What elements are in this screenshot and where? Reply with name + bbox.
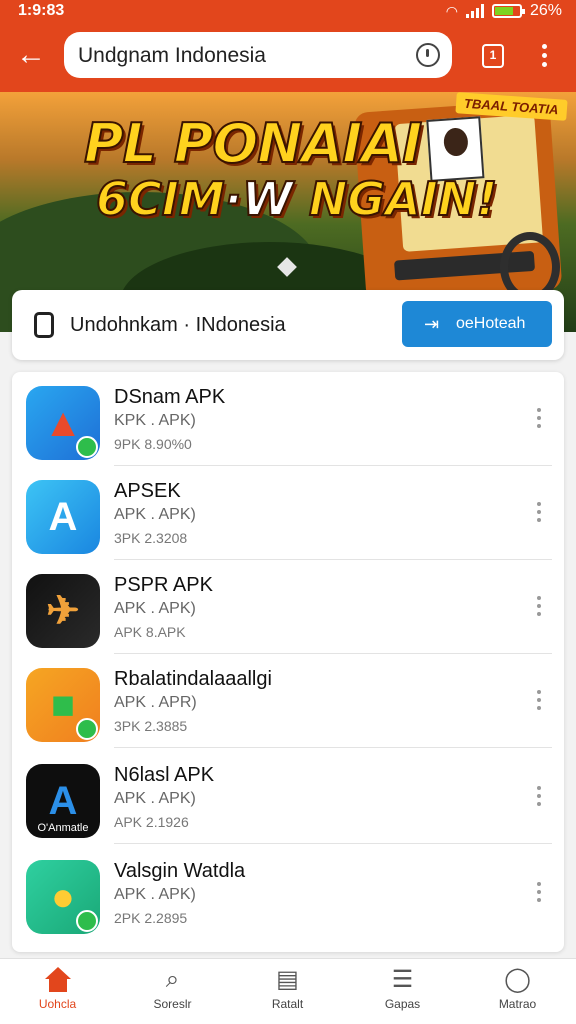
rocket-icon: ✈ — [26, 574, 100, 648]
play-arrow-icon: ▲ — [26, 386, 100, 460]
app-name: APSEK — [114, 480, 181, 502]
app-icon-caption: O'Anmatle — [37, 822, 89, 834]
list-item[interactable]: ● Valsgin Watdla APK . APK) 2PK 2.2895 — [12, 846, 564, 940]
app-type: APK . APR) — [114, 694, 197, 711]
download-icon: ⇥ — [424, 314, 440, 334]
app-name: Valsgin Watdla — [114, 860, 246, 882]
profile-icon: ◯ — [504, 966, 531, 993]
app-list: ▲ DSnam APK KPK . APK) 9PK 8.90%0 A APSEK APK … — [12, 372, 564, 952]
installed-badge-icon — [76, 718, 98, 740]
turtle-icon: ● — [26, 860, 100, 934]
nav-label: Uohcla — [38, 997, 77, 1011]
site-header-card: Undohnkam · INdonesia ⇥ oeHoteah — [12, 290, 564, 360]
app-type: KPK . APK) — [114, 412, 196, 429]
app-name: PSPR APK — [114, 574, 213, 596]
nav-label: Matrao — [498, 997, 537, 1011]
nav-item-gapas[interactable]: ☰ Gapas — [345, 965, 460, 1021]
triangle-a-icon: A O'Anmatle — [26, 764, 100, 838]
site-title: Undohnkam · INdonesia — [70, 314, 286, 336]
app-size: APK 8.APK — [114, 624, 186, 640]
installed-badge-icon — [76, 436, 98, 458]
app-name: Rbalatindalaaallgi — [114, 668, 272, 690]
nav-label: Ratalt — [271, 997, 304, 1011]
back-arrow-icon[interactable]: ← — [14, 38, 48, 72]
divider — [114, 747, 552, 748]
app-type: APK . APK) — [114, 600, 196, 617]
banner-subtitle: 6CIM·W NGAIN! — [95, 171, 498, 227]
home-icon — [0, 965, 115, 995]
more-options-icon[interactable] — [536, 596, 542, 618]
app-size: 3PK 2.3208 — [114, 530, 188, 546]
app-size: 3PK 2.3885 — [114, 718, 188, 734]
nav-item-soreslr[interactable]: ⌕ Soreslr — [115, 965, 230, 1021]
nav-label: Gapas — [384, 997, 421, 1011]
leaf-icon: ■ — [26, 668, 100, 742]
document-icon: ▤ — [276, 966, 299, 993]
nav-label: Soreslr — [153, 997, 192, 1011]
status-time: 1:9:83 — [18, 2, 65, 19]
bottom-navigation: Uohcla ⌕ Soreslr ▤ Ratalt ☰ Gapas ◯ Matrao — [0, 958, 576, 1024]
download-button-label: oeHoteah — [456, 315, 526, 332]
more-options-icon[interactable] — [536, 408, 542, 430]
more-options-icon[interactable] — [536, 786, 542, 808]
address-bar-text: Undgnam Indonesia — [78, 44, 266, 67]
list-item[interactable]: A O'Anmatle N6lasl APK APK . APK) APK 2.1926 — [12, 750, 564, 844]
app-size: 2PK 2.2895 — [114, 910, 188, 926]
status-bar: 1:9:83 ◠ 26% — [0, 0, 576, 24]
app-type: APK . APK) — [114, 506, 196, 523]
list-item[interactable]: ■ Rbalatindalaaallgi APK . APR) 3PK 2.3885 — [12, 654, 564, 748]
divider — [114, 843, 552, 844]
download-button[interactable]: ⇥ oeHoteah — [402, 301, 552, 347]
top-bar: 1:9:83 ◠ 26% ← Undgnam Indonesia 1 — [0, 0, 576, 92]
more-options-icon[interactable] — [536, 502, 542, 524]
battery-level: 26% — [529, 2, 562, 19]
wifi-icon: ◠ — [445, 2, 458, 19]
app-size: APK 2.1926 — [114, 814, 189, 830]
more-options-icon[interactable] — [536, 882, 542, 904]
tabs-button[interactable]: 1 — [482, 44, 504, 68]
list-item[interactable]: ▲ DSnam APK KPK . APK) 9PK 8.90%0 — [12, 372, 564, 466]
info-icon[interactable] — [416, 43, 440, 67]
app-type: APK . APK) — [114, 886, 196, 903]
installed-badge-icon — [76, 910, 98, 932]
nav-item-uohcla[interactable]: Uohcla — [0, 965, 115, 1021]
list-item[interactable]: A APSEK APK . APK) 3PK 2.3208 — [12, 466, 564, 560]
banner-title: PL PONAIAI — [83, 111, 423, 176]
list-icon: ☰ — [391, 966, 414, 993]
app-type: APK . APK) — [114, 790, 196, 807]
overflow-menu-icon[interactable] — [534, 42, 554, 72]
more-options-icon[interactable] — [536, 690, 542, 712]
search-icon: ⌕ — [165, 966, 180, 993]
phone-icon — [34, 312, 54, 338]
app-name: N6lasl APK — [114, 764, 215, 786]
store-a-icon: A — [26, 480, 100, 554]
list-item[interactable]: ✈ PSPR APK APK . APK) APK 8.APK — [12, 560, 564, 654]
nav-item-matrao[interactable]: ◯ Matrao — [460, 965, 575, 1021]
battery-icon — [491, 4, 525, 18]
address-bar[interactable]: Undgnam Indonesia — [64, 32, 452, 78]
app-name: DSnam APK — [114, 386, 226, 408]
app-size: 9PK 8.90%0 — [114, 436, 192, 452]
nav-item-ratalt[interactable]: ▤ Ratalt — [230, 965, 345, 1021]
signal-icon — [465, 4, 484, 18]
